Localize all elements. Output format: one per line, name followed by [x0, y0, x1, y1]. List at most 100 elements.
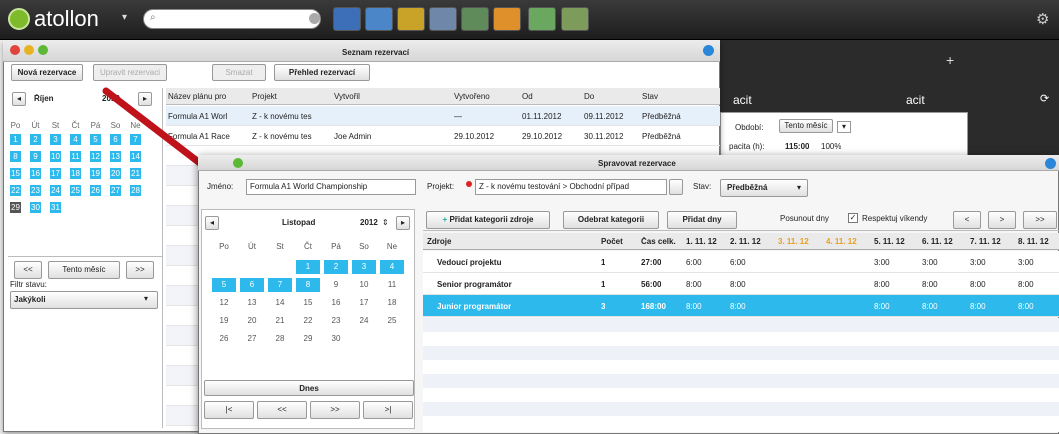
shift-left-button[interactable]: <: [953, 211, 981, 229]
column-header[interactable]: 4. 11. 12: [826, 237, 857, 246]
shift-right-button[interactable]: >: [988, 211, 1016, 229]
table-icon[interactable]: [429, 7, 457, 31]
calendar-day[interactable]: 23: [324, 314, 348, 328]
calendar-day[interactable]: 26: [212, 332, 236, 346]
calendar-day[interactable]: 18: [70, 168, 81, 179]
next-button-2[interactable]: >>: [310, 401, 360, 419]
calendar-day[interactable]: 1: [296, 260, 320, 274]
calendar-day[interactable]: 4: [380, 260, 404, 274]
calendar-day[interactable]: 1: [10, 134, 21, 145]
calendar-day[interactable]: 25: [70, 185, 81, 196]
search-input[interactable]: [143, 9, 321, 29]
shift-far-right-button[interactable]: >>: [1023, 211, 1057, 229]
column-header[interactable]: 7. 11. 12: [970, 237, 1001, 246]
next-button[interactable]: >>: [126, 261, 154, 279]
today-button[interactable]: Dnes: [204, 380, 414, 396]
calendar-day[interactable]: 2: [30, 134, 41, 145]
calendar-day[interactable]: 25: [380, 314, 404, 328]
calendar-day[interactable]: 24: [352, 314, 376, 328]
column-header[interactable]: 3. 11. 12: [778, 237, 809, 246]
calendar-day[interactable]: 7: [268, 278, 292, 292]
calendar-day[interactable]: 15: [296, 296, 320, 310]
remove-category-button[interactable]: Odebrat kategorii: [563, 211, 659, 229]
calendar-day[interactable]: 22: [296, 314, 320, 328]
close-window-icon[interactable]: [10, 45, 20, 55]
calendar-day[interactable]: 5: [212, 278, 236, 292]
name-field[interactable]: Formula A1 World Championship: [246, 179, 416, 195]
prev-month-button[interactable]: ◂: [12, 92, 26, 106]
calendar-day[interactable]: 11: [380, 278, 404, 292]
calendar-day[interactable]: 8: [296, 278, 320, 292]
obdobi-dropdown-icon[interactable]: ▾: [837, 121, 851, 133]
calendar-day[interactable]: 3: [352, 260, 376, 274]
gear-icon[interactable]: ⚙: [1036, 10, 1049, 28]
calendar-day[interactable]: 12: [212, 296, 236, 310]
next-month-button-2[interactable]: ▸: [396, 216, 410, 230]
column-header[interactable]: Do: [584, 92, 594, 101]
column-header[interactable]: 6. 11. 12: [922, 237, 953, 246]
column-header[interactable]: 8. 11. 12: [1018, 237, 1049, 246]
maximize-window-icon[interactable]: [38, 45, 48, 55]
calendar-day[interactable]: 10: [50, 151, 61, 162]
new-reservation-button[interactable]: Nová rezervace: [11, 64, 83, 81]
resource-row[interactable]: Junior programátor 3 168:00 8:00 8:00 8:00 8:0…: [423, 295, 1059, 317]
calendar-day[interactable]: 14: [268, 296, 292, 310]
calendar-day[interactable]: 6: [240, 278, 264, 292]
calendar-day[interactable]: 29: [296, 332, 320, 346]
column-header[interactable]: Stav: [642, 92, 658, 101]
year-stepper-icon[interactable]: ⇕: [382, 218, 389, 227]
column-header[interactable]: Od: [522, 92, 533, 101]
prev-month-button-2[interactable]: ◂: [205, 216, 219, 230]
calendar-day[interactable]: 23: [30, 185, 41, 196]
column-header[interactable]: Čas celk.: [641, 237, 676, 246]
calendar-day[interactable]: 16: [30, 168, 41, 179]
maximize-window-icon-2[interactable]: [233, 158, 243, 168]
add-days-button[interactable]: Přidat dny: [667, 211, 737, 229]
resource-icon[interactable]: [561, 7, 589, 31]
project-picker-button[interactable]: [669, 179, 683, 195]
gantt-icon[interactable]: [528, 7, 556, 31]
help-icon[interactable]: [703, 45, 714, 56]
calendar-day[interactable]: 10: [352, 278, 376, 292]
reservations-overview-button[interactable]: Přehled rezervací: [274, 64, 370, 81]
calendar-day[interactable]: 13: [240, 296, 264, 310]
calendar-day[interactable]: 24: [50, 185, 61, 196]
logo-menu-caret-icon[interactable]: ▾: [122, 12, 127, 23]
calendar-day[interactable]: 19: [212, 314, 236, 328]
calendar-icon[interactable]: [365, 7, 393, 31]
column-header[interactable]: Zdroje: [427, 237, 451, 246]
checkmark-icon[interactable]: [493, 7, 521, 31]
column-header[interactable]: Vytvořeno: [454, 92, 490, 101]
delete-button[interactable]: Smazat: [212, 64, 266, 81]
column-header[interactable]: Projekt: [252, 92, 277, 101]
column-header[interactable]: 1. 11. 12: [686, 237, 717, 246]
grid-icon[interactable]: [461, 7, 489, 31]
resource-row[interactable]: Vedoucí projektu 1 27:00 6:00 6:00 3:00 3:00 3:…: [423, 251, 1059, 273]
calendar-day[interactable]: 31: [50, 202, 61, 213]
calendar-day[interactable]: 16: [324, 296, 348, 310]
calendar-day[interactable]: 4: [70, 134, 81, 145]
edit-reservation-button[interactable]: Upravit rezervaci: [93, 64, 167, 81]
prev-button[interactable]: <<: [14, 261, 42, 279]
first-button[interactable]: |<: [204, 401, 254, 419]
calendar-day[interactable]: 9: [30, 151, 41, 162]
calendar-day[interactable]: 8: [10, 151, 21, 162]
calendar-day[interactable]: 30: [324, 332, 348, 346]
search-clear-icon[interactable]: [309, 13, 320, 24]
calendar-day[interactable]: 15: [10, 168, 21, 179]
add-resource-category-button[interactable]: + Přidat kategorii zdroje: [426, 211, 550, 229]
calendar-day[interactable]: 27: [240, 332, 264, 346]
calendar-day[interactable]: 28: [268, 332, 292, 346]
column-header[interactable]: Vytvořil: [334, 92, 360, 101]
help-icon-2[interactable]: [1045, 158, 1056, 169]
minimize-window-icon[interactable]: [24, 45, 34, 55]
calendar-day[interactable]: 17: [50, 168, 61, 179]
calendar-day[interactable]: 9: [324, 278, 348, 292]
calendar-day[interactable]: 11: [70, 151, 81, 162]
this-month-button[interactable]: Tento měsíc: [48, 261, 120, 279]
users-icon[interactable]: [333, 7, 361, 31]
atollon-logo-icon[interactable]: [8, 8, 30, 30]
refresh-icon[interactable]: ⟳: [1040, 92, 1049, 105]
calendar-day[interactable]: 2: [324, 260, 348, 274]
project-field[interactable]: Z - k novému testování > Obchodní případ: [475, 179, 667, 195]
